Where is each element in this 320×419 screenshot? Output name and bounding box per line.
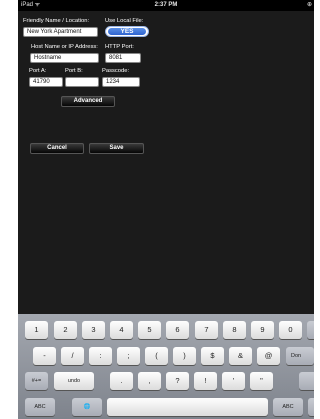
status-bar: iPad ᯤ 2:37 PM ⊕ [18,0,314,11]
use-local-file-label: Use Local File: [105,18,144,24]
key-exclamation[interactable]: ! [194,372,217,390]
key-3[interactable]: 3 [82,321,105,339]
http-port-label: HTTP Port: [105,44,134,50]
port-a-label: Port A: [29,68,47,74]
delete-key[interactable] [307,321,314,339]
key-question[interactable]: ? [166,372,189,390]
space-key[interactable] [107,398,268,416]
passcode-field[interactable]: 1234 [102,77,140,87]
globe-icon[interactable]: 🌐 [72,398,102,416]
abc-key-left[interactable]: ABC [25,398,55,416]
done-key[interactable]: Don [286,347,314,365]
cancel-button[interactable]: Cancel [30,143,84,154]
key-quote[interactable]: " [250,372,273,390]
key-slash[interactable]: / [61,347,84,365]
key-comma[interactable]: , [138,372,161,390]
onscreen-keyboard: 1 2 3 4 5 6 7 8 9 0 - / : ; ( ) $ & @ Do… [18,314,314,419]
symbols-toggle-key-right[interactable] [299,372,314,390]
key-at[interactable]: @ [257,347,280,365]
key-apostrophe[interactable]: ' [222,372,245,390]
friendly-name-label: Friendly Name / Location: [23,18,90,24]
key-open-paren[interactable]: ( [145,347,168,365]
port-b-label: Port B: [65,68,83,74]
key-4[interactable]: 4 [110,321,133,339]
friendly-name-field[interactable]: New York Apartment [23,27,98,37]
hide-keyboard-key[interactable] [308,398,314,416]
advanced-button[interactable]: Advanced [61,96,115,107]
passcode-label: Passcode: [102,68,130,74]
key-semicolon[interactable]: ; [117,347,140,365]
http-port-field[interactable]: 8081 [105,53,141,63]
key-dollar[interactable]: $ [201,347,224,365]
app-screen: iPad ᯤ 2:37 PM ⊕ Friendly Name / Locatio… [18,0,314,419]
key-5[interactable]: 5 [138,321,161,339]
status-time: 2:37 PM [154,2,178,8]
host-field[interactable]: Hostname [30,53,99,63]
key-1[interactable]: 1 [25,321,48,339]
key-dash[interactable]: - [33,347,56,365]
use-local-file-toggle[interactable]: YES [105,26,149,37]
key-7[interactable]: 7 [195,321,218,339]
port-b-field[interactable] [65,77,99,87]
undo-key[interactable]: undo [54,372,94,390]
key-2[interactable]: 2 [54,321,77,339]
key-ampersand[interactable]: & [229,347,252,365]
abc-key-right[interactable]: ABC [273,398,303,416]
status-indicator-icon: ⊕ [306,2,312,8]
port-a-field[interactable]: 41790 [29,77,63,87]
symbols-toggle-key[interactable]: #+= [25,372,48,390]
key-colon[interactable]: : [89,347,112,365]
key-period[interactable]: . [110,372,133,390]
key-0[interactable]: 0 [279,321,302,339]
key-8[interactable]: 8 [223,321,246,339]
key-9[interactable]: 9 [251,321,274,339]
key-6[interactable]: 6 [166,321,189,339]
host-label: Host Name or IP Address: [31,44,98,50]
use-local-file-value: YES [108,28,146,35]
key-close-paren[interactable]: ) [173,347,196,365]
save-button[interactable]: Save [89,143,144,154]
